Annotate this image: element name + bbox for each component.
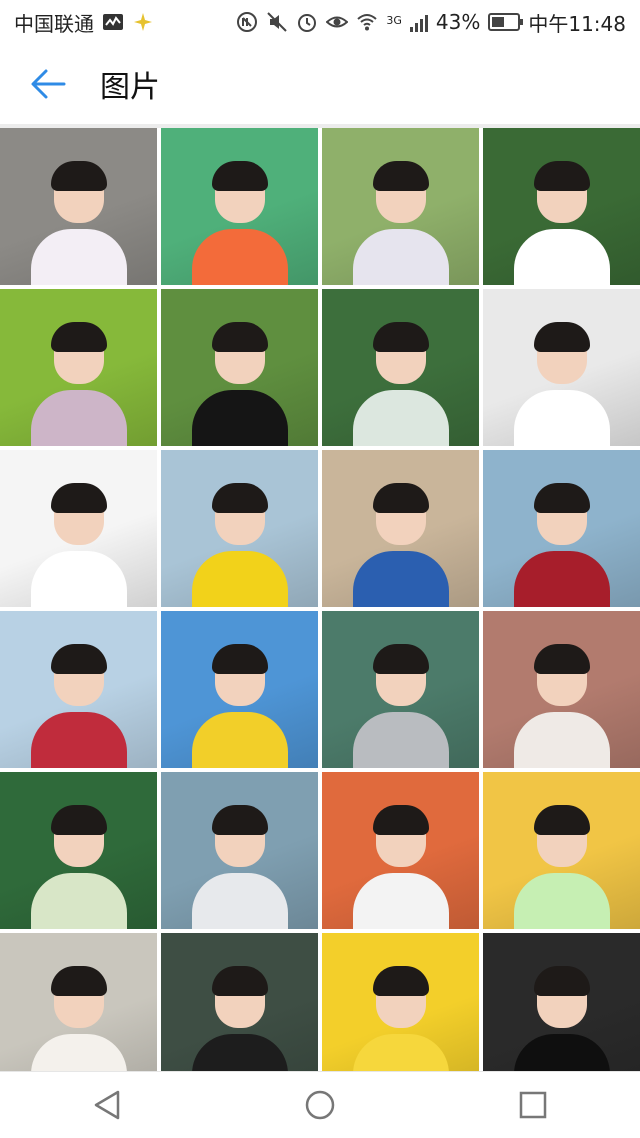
photo-thumbnail[interactable] (0, 450, 157, 607)
status-right: 3G 43% 中午11:48 (236, 8, 626, 37)
photo-subject (191, 644, 288, 768)
photo-subject (30, 805, 127, 929)
app-bar: 图片 (0, 44, 640, 124)
nav-home-button[interactable] (290, 1075, 350, 1135)
photo-thumbnail[interactable] (322, 772, 479, 929)
photo-thumbnail[interactable] (483, 933, 640, 1090)
clock: 中午11:48 (528, 11, 626, 36)
triangle-back-icon (94, 1090, 119, 1120)
back-button[interactable] (18, 54, 78, 114)
photo-thumbnail[interactable] (0, 933, 157, 1090)
photo-thumbnail[interactable] (0, 611, 157, 768)
network-type: 3G (386, 13, 402, 27)
photo-subject (352, 161, 449, 285)
photo-thumbnail[interactable] (322, 933, 479, 1090)
page-title: 图片 (100, 70, 160, 105)
photo-thumbnail[interactable] (483, 450, 640, 607)
photo-thumbnail[interactable] (483, 289, 640, 446)
photo-subject (513, 644, 610, 768)
nav-back-button[interactable] (77, 1075, 137, 1135)
photo-subject (513, 322, 610, 446)
photo-subject (513, 161, 610, 285)
photo-subject (513, 483, 610, 607)
battery-percent: 43% (435, 10, 481, 34)
photo-thumbnail[interactable] (483, 128, 640, 285)
photo-thumbnail[interactable] (161, 289, 318, 446)
carrier-name: 中国联通 (14, 11, 94, 36)
photo-subject (191, 161, 288, 285)
status-left: 中国联通 (14, 8, 154, 37)
photo-subject (30, 322, 127, 446)
photo-thumbnail[interactable] (0, 128, 157, 285)
photo-subject (513, 805, 610, 929)
photo-thumbnail[interactable] (322, 289, 479, 446)
sparkle-icon (132, 11, 154, 33)
photo-subject (352, 805, 449, 929)
photo-subject (30, 644, 127, 768)
photo-subject (30, 161, 127, 285)
nfc-icon (236, 11, 258, 33)
alarm-icon (296, 11, 318, 33)
photo-subject (30, 483, 127, 607)
photo-thumbnail[interactable] (483, 772, 640, 929)
photo-thumbnail[interactable] (0, 289, 157, 446)
photo-subject (352, 644, 449, 768)
photo-grid (0, 128, 640, 1090)
photo-subject (191, 805, 288, 929)
photo-subject (352, 483, 449, 607)
photo-thumbnail[interactable] (161, 611, 318, 768)
nav-recents-button[interactable] (503, 1075, 563, 1135)
photo-thumbnail[interactable] (161, 128, 318, 285)
signal-icon (409, 12, 428, 32)
navigation-bar (0, 1071, 640, 1138)
photo-thumbnail[interactable] (322, 128, 479, 285)
circle-home-icon (305, 1090, 335, 1120)
back-arrow-icon (31, 69, 66, 99)
photo-thumbnail[interactable] (0, 772, 157, 929)
photo-subject (191, 483, 288, 607)
photo-subject (352, 322, 449, 446)
photo-thumbnail[interactable] (161, 933, 318, 1090)
photo-thumbnail[interactable] (483, 611, 640, 768)
activity-icon (102, 11, 124, 33)
eye-icon (326, 11, 349, 33)
battery-icon (488, 13, 524, 31)
photo-thumbnail[interactable] (161, 772, 318, 929)
photo-thumbnail[interactable] (322, 611, 479, 768)
mute-icon (266, 11, 288, 33)
photo-thumbnail[interactable] (161, 450, 318, 607)
status-bar: 中国联通 3G 43% 中午11:48 (0, 0, 640, 44)
photo-thumbnail[interactable] (322, 450, 479, 607)
square-recents-icon (520, 1091, 547, 1119)
wifi-icon (356, 11, 378, 33)
photo-subject (191, 322, 288, 446)
